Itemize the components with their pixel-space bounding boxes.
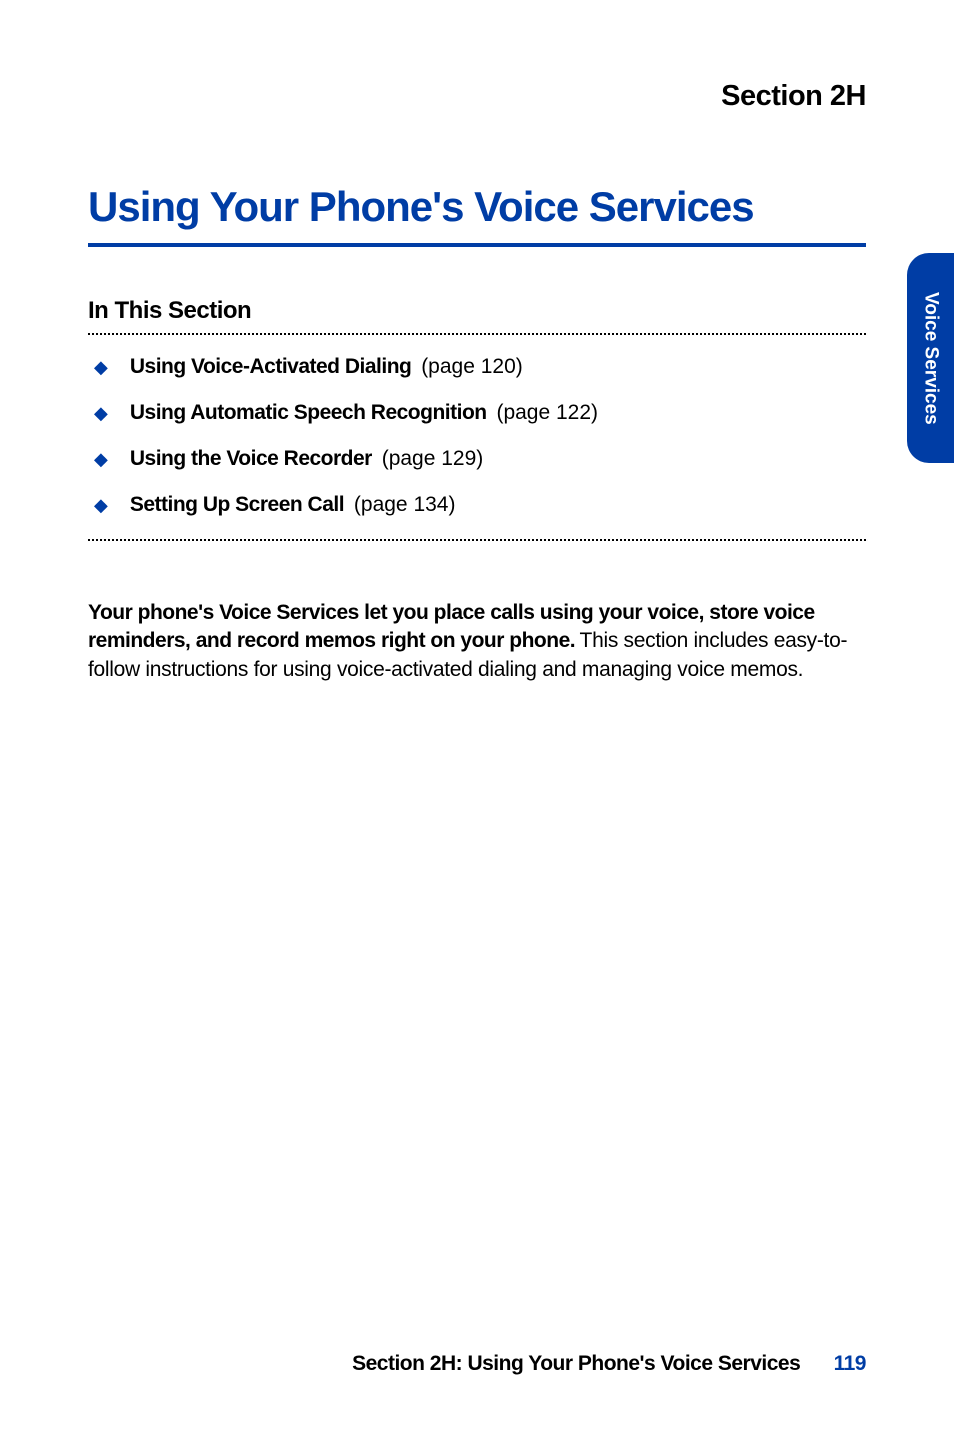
diamond-icon: ◆	[94, 404, 108, 422]
toc-page-ref: (page 134)	[354, 493, 456, 516]
toc-item: ◆ Using Automatic Speech Recognition (pa…	[88, 401, 866, 425]
toc-page-ref: (page 129)	[382, 447, 484, 470]
footer: Section 2H: Using Your Phone's Voice Ser…	[352, 1352, 866, 1376]
toc-item: ◆ Setting Up Screen Call (page 134)	[88, 493, 866, 517]
toc-title: Using Voice-Activated Dialing	[130, 355, 412, 378]
in-this-section-heading: In This Section	[88, 297, 866, 325]
diamond-icon: ◆	[94, 496, 108, 514]
toc-title: Using Automatic Speech Recognition	[130, 401, 487, 424]
toc-page-ref: (page 120)	[421, 355, 523, 378]
toc-page-ref: (page 122)	[496, 401, 598, 424]
dotted-rule-bottom	[88, 539, 866, 541]
footer-text: Section 2H: Using Your Phone's Voice Ser…	[352, 1352, 800, 1375]
toc-item: ◆ Using the Voice Recorder (page 129)	[88, 447, 866, 471]
toc-list: ◆ Using Voice-Activated Dialing (page 12…	[88, 355, 866, 517]
diamond-icon: ◆	[94, 358, 108, 376]
toc-item: ◆ Using Voice-Activated Dialing (page 12…	[88, 355, 866, 379]
section-label: Section 2H	[88, 80, 866, 113]
title-rule	[88, 243, 866, 247]
footer-page-number: 119	[834, 1352, 866, 1375]
toc-title: Using the Voice Recorder	[130, 447, 372, 470]
intro-block: Your phone's Voice Services let you plac…	[88, 599, 866, 684]
toc-title: Setting Up Screen Call	[130, 493, 344, 516]
dotted-rule-top	[88, 333, 866, 335]
page-title: Using Your Phone's Voice Services	[88, 183, 866, 231]
diamond-icon: ◆	[94, 450, 108, 468]
